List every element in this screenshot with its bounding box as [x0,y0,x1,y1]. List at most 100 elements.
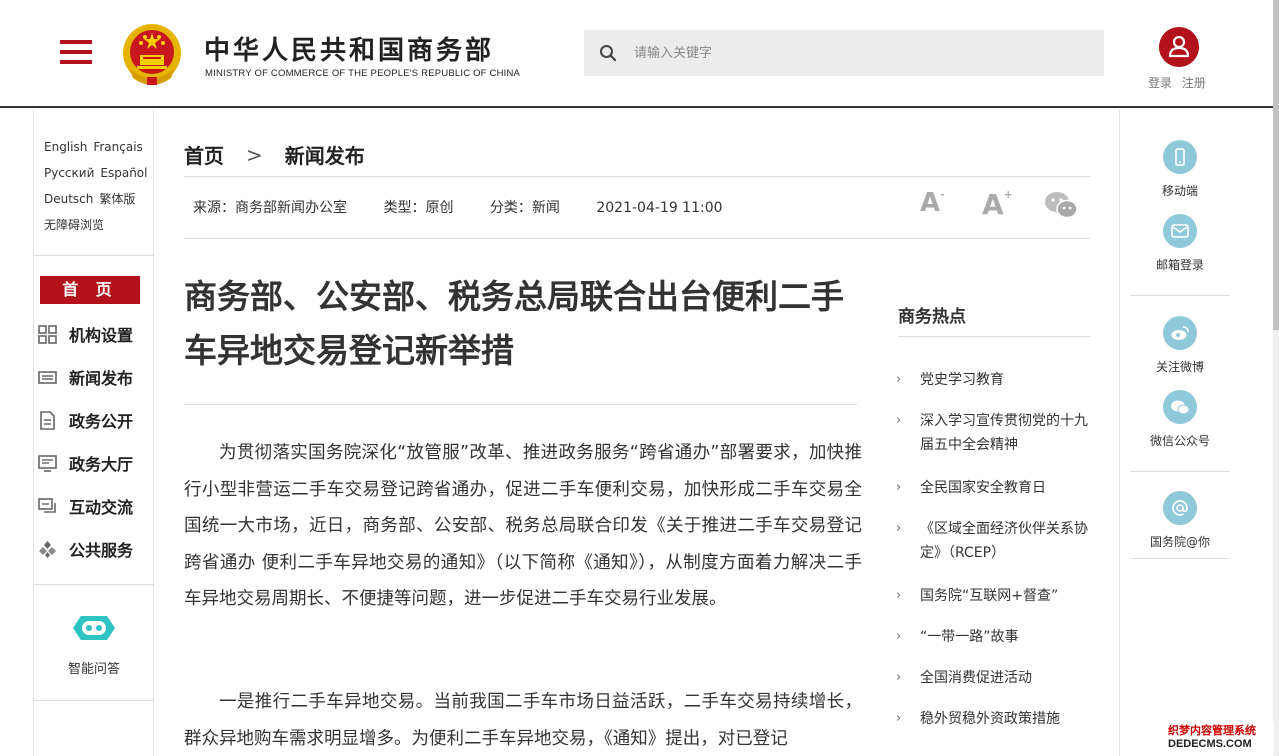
wechat-icon [1171,400,1190,415]
divider [1130,295,1230,296]
lang-french[interactable]: Français [93,140,142,154]
watermark: 织梦内容管理系统 DEDECMS.COM [1168,722,1274,754]
left-sidebar: English Français Русский Español Deutsch 繁体… [33,110,154,756]
mobile-link[interactable]: 移动端 [1120,140,1240,199]
menu-icon[interactable] [60,40,92,64]
service-icon [39,540,56,558]
register-link[interactable]: 注册 [1182,76,1206,90]
accessibility-link[interactable]: 无障碍浏览 [44,218,104,232]
rs-label: 微信公众号 [1149,434,1210,448]
hot-topic-item[interactable]: › “一带一路”故事 [896,625,1090,649]
meta-category: 分类：新闻 [489,200,560,216]
nav-item-hall[interactable]: 政务大厅 [38,450,133,476]
nav-item-label: 互动交流 [69,498,134,517]
chat-icon [38,497,56,513]
news-icon [38,370,57,384]
search-icon[interactable] [598,43,618,63]
nav-item-label: 政务公开 [69,412,134,431]
hot-topic-item[interactable]: › 党史学习教育 [896,368,1090,392]
wechat-account-link[interactable]: 微信公众号 [1120,390,1240,449]
weibo-link[interactable]: 关注微博 [1120,316,1240,375]
weibo-icon [1171,326,1189,340]
site-header: 中华人民共和国商务部 MINISTRY OF COMMERCE OF THE P… [0,0,1273,108]
font-decrease-button[interactable]: A- [920,188,945,218]
state-council-link[interactable]: 国务院@你 [1120,491,1240,550]
chevron-right-icon: › [896,711,902,726]
search-bar [584,30,1104,76]
nav-item-public-service[interactable]: 公共服务 [38,536,133,562]
meta-source: 来源：商务部新闻办公室 [193,200,347,216]
rs-label: 移动端 [1161,184,1198,198]
chevron-right-icon: › [896,588,902,603]
divider [898,336,1090,337]
breadcrumb-home[interactable]: 首页 [184,140,224,169]
lang-spanish[interactable]: Español [100,166,147,180]
meta-type: 类型：原创 [383,200,454,216]
nav-item-org[interactable]: 机构设置 [38,321,133,347]
login-link[interactable]: 登录 [1148,76,1172,90]
page-scrollbar[interactable] [1273,0,1279,756]
watermark-line2: DEDECMS.COM [1168,738,1252,750]
breadcrumb: 首页 > 新闻发布 [184,140,365,169]
hot-topic-item[interactable]: › 深入学习宣传贯彻党的十九届五中全会精神 [896,409,1090,457]
lang-russian[interactable]: Русский [44,166,94,180]
nav-item-news[interactable]: 新闻发布 [38,364,133,390]
divider [1130,558,1230,559]
divider [184,176,1090,177]
rs-label: 国务院@你 [1149,535,1210,549]
hot-topics-title: 商务热点 [898,307,966,327]
smart-qa-label[interactable]: 智能问答 [34,658,154,677]
hot-topic-item[interactable]: › 全国消费促进活动 [896,666,1090,690]
nav-home-button[interactable]: 首 页 [40,276,140,304]
mobile-icon [1175,148,1185,166]
monitor-icon [38,454,57,472]
divider [34,584,154,585]
at-icon [1172,500,1188,516]
wechat-share-icon[interactable] [1044,190,1078,220]
user-avatar-icon[interactable] [1159,27,1199,67]
robot-icon[interactable] [71,612,117,644]
article-meta: 来源：商务部新闻办公室 类型：原创 分类：新闻 2021-04-19 11:00 [193,197,755,217]
breadcrumb-separator: > [246,142,263,167]
hot-topic-item[interactable]: › 《区域全面经济伙伴关系协定》（RCEP） [896,517,1090,565]
lang-traditional[interactable]: 繁体版 [99,192,135,206]
nav-item-label: 新闻发布 [69,369,134,388]
right-sidebar: 移动端 邮箱登录 关注微博 微信公众号 国务院@你 [1119,110,1239,756]
breadcrumb-current[interactable]: 新闻发布 [285,140,365,169]
chevron-right-icon: › [896,670,902,685]
rs-label: 关注微博 [1155,360,1204,374]
divider [184,238,1090,239]
site-title-cn[interactable]: 中华人民共和国商务部 [204,30,494,67]
lang-english[interactable]: English [44,140,87,154]
scrollbar-thumb[interactable] [1273,0,1279,330]
divider [34,255,154,256]
national-emblem-icon [123,24,181,85]
divider [184,404,857,405]
lang-german[interactable]: Deutsch [44,192,93,206]
rs-label: 邮箱登录 [1155,258,1204,272]
nav-item-gov-affairs[interactable]: 政务公开 [38,407,133,433]
article-paragraph: 一是推行二手车异地交易。当前我国二手车市场日益活跃，二手车交易持续增长，群众异地… [184,692,862,749]
meta-date: 2021-04-19 11:00 [596,200,723,216]
article-paragraph: 为贯彻落实国务院深化“放管服”改革、推进政务服务“跨省通办”部署要求，加快推行小… [184,443,862,609]
divider [1130,471,1230,472]
user-links: 登录 注册 [1148,74,1212,91]
chevron-right-icon: › [896,372,902,387]
nav-item-interaction[interactable]: 互动交流 [38,493,133,519]
hot-topic-item[interactable]: › 稳外贸稳外资政策措施 [896,707,1090,731]
nav-item-label: 公共服务 [69,541,134,560]
hot-topic-item[interactable]: › 全民国家安全教育日 [896,476,1090,500]
hot-topic-item[interactable]: › 国务院“互联网+督查” [896,584,1090,608]
watermark-line1: 织梦内容管理系统 [1168,724,1256,737]
site-title-en[interactable]: MINISTRY OF COMMERCE OF THE PEOPLE'S REP… [205,68,520,79]
mail-login-link[interactable]: 邮箱登录 [1120,214,1240,273]
language-links: English Français Русский Español Deutsch 繁体… [44,134,154,238]
search-input[interactable] [634,30,1094,76]
chevron-right-icon: › [896,629,902,644]
document-icon [40,410,55,430]
mail-icon [1171,224,1189,238]
divider [34,700,154,701]
nav-item-label: 机构设置 [69,326,134,345]
font-increase-button[interactable]: A+ [982,188,1013,221]
article-title: 商务部、公安部、税务总局联合出台便利二手车异地交易登记新举措 [184,277,844,370]
